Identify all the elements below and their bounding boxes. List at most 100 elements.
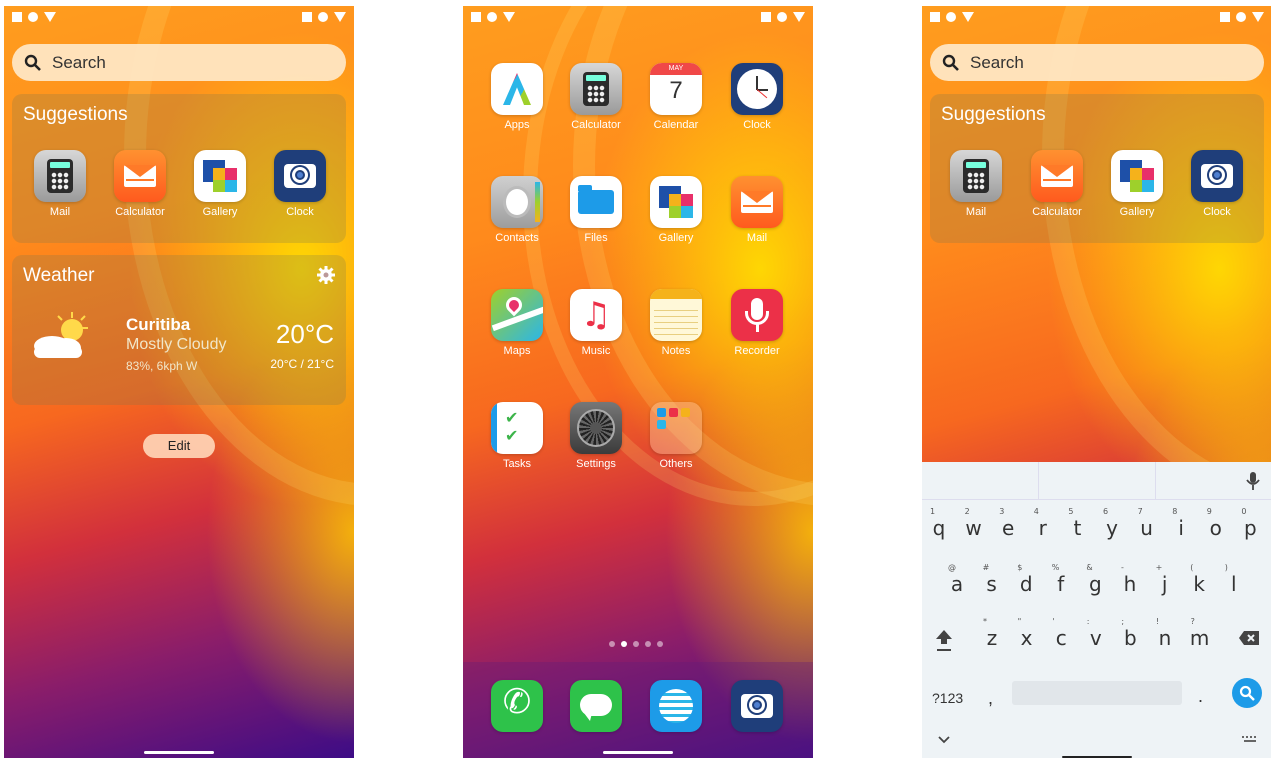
key-hint: ; [1121, 617, 1125, 626]
app-calendar[interactable]: MAY 7 Calendar [636, 63, 716, 131]
app-label: Clock [286, 206, 314, 218]
camera-icon [1191, 150, 1243, 202]
key-l[interactable]: ) l [1219, 563, 1249, 596]
key-n[interactable]: ! n [1150, 617, 1180, 650]
suggestion-app-1[interactable]: Mail [936, 150, 1016, 218]
app-tasks[interactable]: ✔ ✔ Tasks [477, 402, 557, 470]
space-bar[interactable] [1012, 681, 1182, 705]
suggestions-title: Suggestions [941, 104, 1046, 125]
backspace-icon[interactable] [1238, 630, 1260, 646]
shift-icon[interactable] [934, 628, 954, 652]
search-icon [942, 54, 959, 71]
key-x[interactable]: " x [1012, 617, 1042, 650]
app-calculator[interactable]: Calculator [556, 63, 636, 131]
suggestion-app-2[interactable]: Calculator [100, 150, 180, 218]
contacts-icon [491, 176, 543, 228]
app-label: Notes [661, 345, 691, 357]
app-gallery[interactable]: Gallery [636, 176, 716, 244]
app-notes[interactable]: Notes [636, 289, 716, 357]
dock-camera[interactable] [717, 680, 797, 736]
key-r[interactable]: 4r [1028, 507, 1058, 540]
key-j[interactable]: + j [1150, 563, 1180, 596]
suggestion-app-4[interactable]: Clock [1177, 150, 1257, 218]
key-w[interactable]: 2w [959, 507, 989, 540]
key-u[interactable]: 7u [1132, 507, 1162, 540]
app-label: Tasks [502, 458, 532, 470]
app-label: Calculator [1032, 206, 1082, 218]
key-f[interactable]: % f [1046, 563, 1076, 596]
suggestion-app-4[interactable]: Clock [260, 150, 340, 218]
key-label: h [1123, 572, 1137, 596]
suggestion-app-3[interactable]: Gallery [1097, 150, 1177, 218]
key-p[interactable]: 0p [1235, 507, 1265, 540]
key-o[interactable]: 9o [1201, 507, 1231, 540]
dock-phone[interactable]: ✆ [477, 680, 557, 736]
key-t[interactable]: 5t [1062, 507, 1092, 540]
comma-key[interactable]: , [988, 688, 993, 709]
app-files[interactable]: Files [556, 176, 636, 244]
key-z[interactable]: * z [977, 617, 1007, 650]
search-action-button[interactable] [1232, 678, 1262, 708]
key-row-3: * z " x ' c: v; b! n? m [922, 617, 1271, 662]
gear-icon[interactable] [316, 265, 336, 285]
key-hint: % [1051, 563, 1060, 572]
app-music[interactable]: ♫ Music [556, 289, 636, 357]
key-e[interactable]: 3e [993, 507, 1023, 540]
key-label: k [1193, 572, 1205, 596]
app-apps[interactable]: Apps [477, 63, 557, 131]
search-keyboard-screen: Search Suggestions Mail Calculator Galle… [922, 6, 1271, 758]
key-v[interactable]: :v [1081, 617, 1111, 650]
suggestion-app-3[interactable]: Gallery [180, 150, 260, 218]
app-label: Mail [746, 232, 768, 244]
key-a[interactable]: @ a [942, 563, 972, 596]
weather-title: Weather [23, 265, 95, 286]
period-key[interactable]: . [1198, 686, 1203, 707]
microphone-icon [731, 289, 783, 341]
app-settings[interactable]: Settings [556, 402, 636, 470]
folder-others[interactable]: Others [636, 402, 716, 470]
app-maps[interactable]: Maps [477, 289, 557, 357]
app-clock[interactable]: Clock [717, 63, 797, 131]
weather-condition: Mostly Cloudy [126, 336, 227, 353]
suggestion-app-1[interactable]: Mail [20, 150, 100, 218]
calculator-icon [570, 63, 622, 115]
key-label: l [1231, 572, 1237, 596]
microphone-icon[interactable] [1246, 471, 1260, 491]
keyboard-switch-icon[interactable] [1242, 736, 1258, 744]
key-q[interactable]: 1q [924, 507, 954, 540]
camera-icon [731, 680, 783, 732]
key-c[interactable]: ' c [1046, 617, 1076, 650]
key-hint: 4 [1033, 507, 1039, 516]
key-hint: 3 [999, 507, 1005, 516]
app-contacts[interactable]: Contacts [477, 176, 557, 244]
key-label: t [1073, 516, 1082, 540]
key-b[interactable]: ; b [1115, 617, 1145, 650]
dock-messages[interactable] [556, 680, 636, 736]
suggestion-app-2[interactable]: Calculator [1017, 150, 1097, 218]
calendar-icon: MAY 7 [650, 63, 702, 115]
app-recorder[interactable]: Recorder [717, 289, 797, 357]
symbols-key[interactable]: ?123 [932, 690, 963, 706]
key-y[interactable]: 6y [1097, 507, 1127, 540]
key-row-2: @ a # s $ d% f & g - h + j(k) l [922, 563, 1271, 608]
keyboard: 1q2w3e4r5t6y7u8i9o0p @ a # s $ d% f & g - h + j(k) l … [922, 462, 1271, 758]
key-hint: 2 [964, 507, 970, 516]
search-bar[interactable]: Search [12, 44, 346, 81]
weather-card: Weather Curitiba Mostly Cloudy 83%, 6kph… [12, 255, 346, 405]
key-label: i [1178, 516, 1184, 540]
app-mail[interactable]: Mail [717, 176, 797, 244]
key-label: j [1161, 572, 1168, 596]
key-d[interactable]: $ d [1011, 563, 1041, 596]
key-i[interactable]: 8i [1166, 507, 1196, 540]
edit-button[interactable]: Edit [143, 434, 215, 458]
key-m[interactable]: ? m [1185, 617, 1215, 650]
dock-browser[interactable] [636, 680, 716, 736]
key-label: n [1158, 626, 1172, 650]
hide-keyboard-icon[interactable] [938, 736, 950, 744]
key-k[interactable]: (k [1184, 563, 1214, 596]
search-placeholder: Search [970, 52, 1024, 72]
key-h[interactable]: -h [1115, 563, 1145, 596]
key-g[interactable]: & g [1080, 563, 1110, 596]
search-bar[interactable]: Search [930, 44, 1264, 81]
key-s[interactable]: # s [977, 563, 1007, 596]
